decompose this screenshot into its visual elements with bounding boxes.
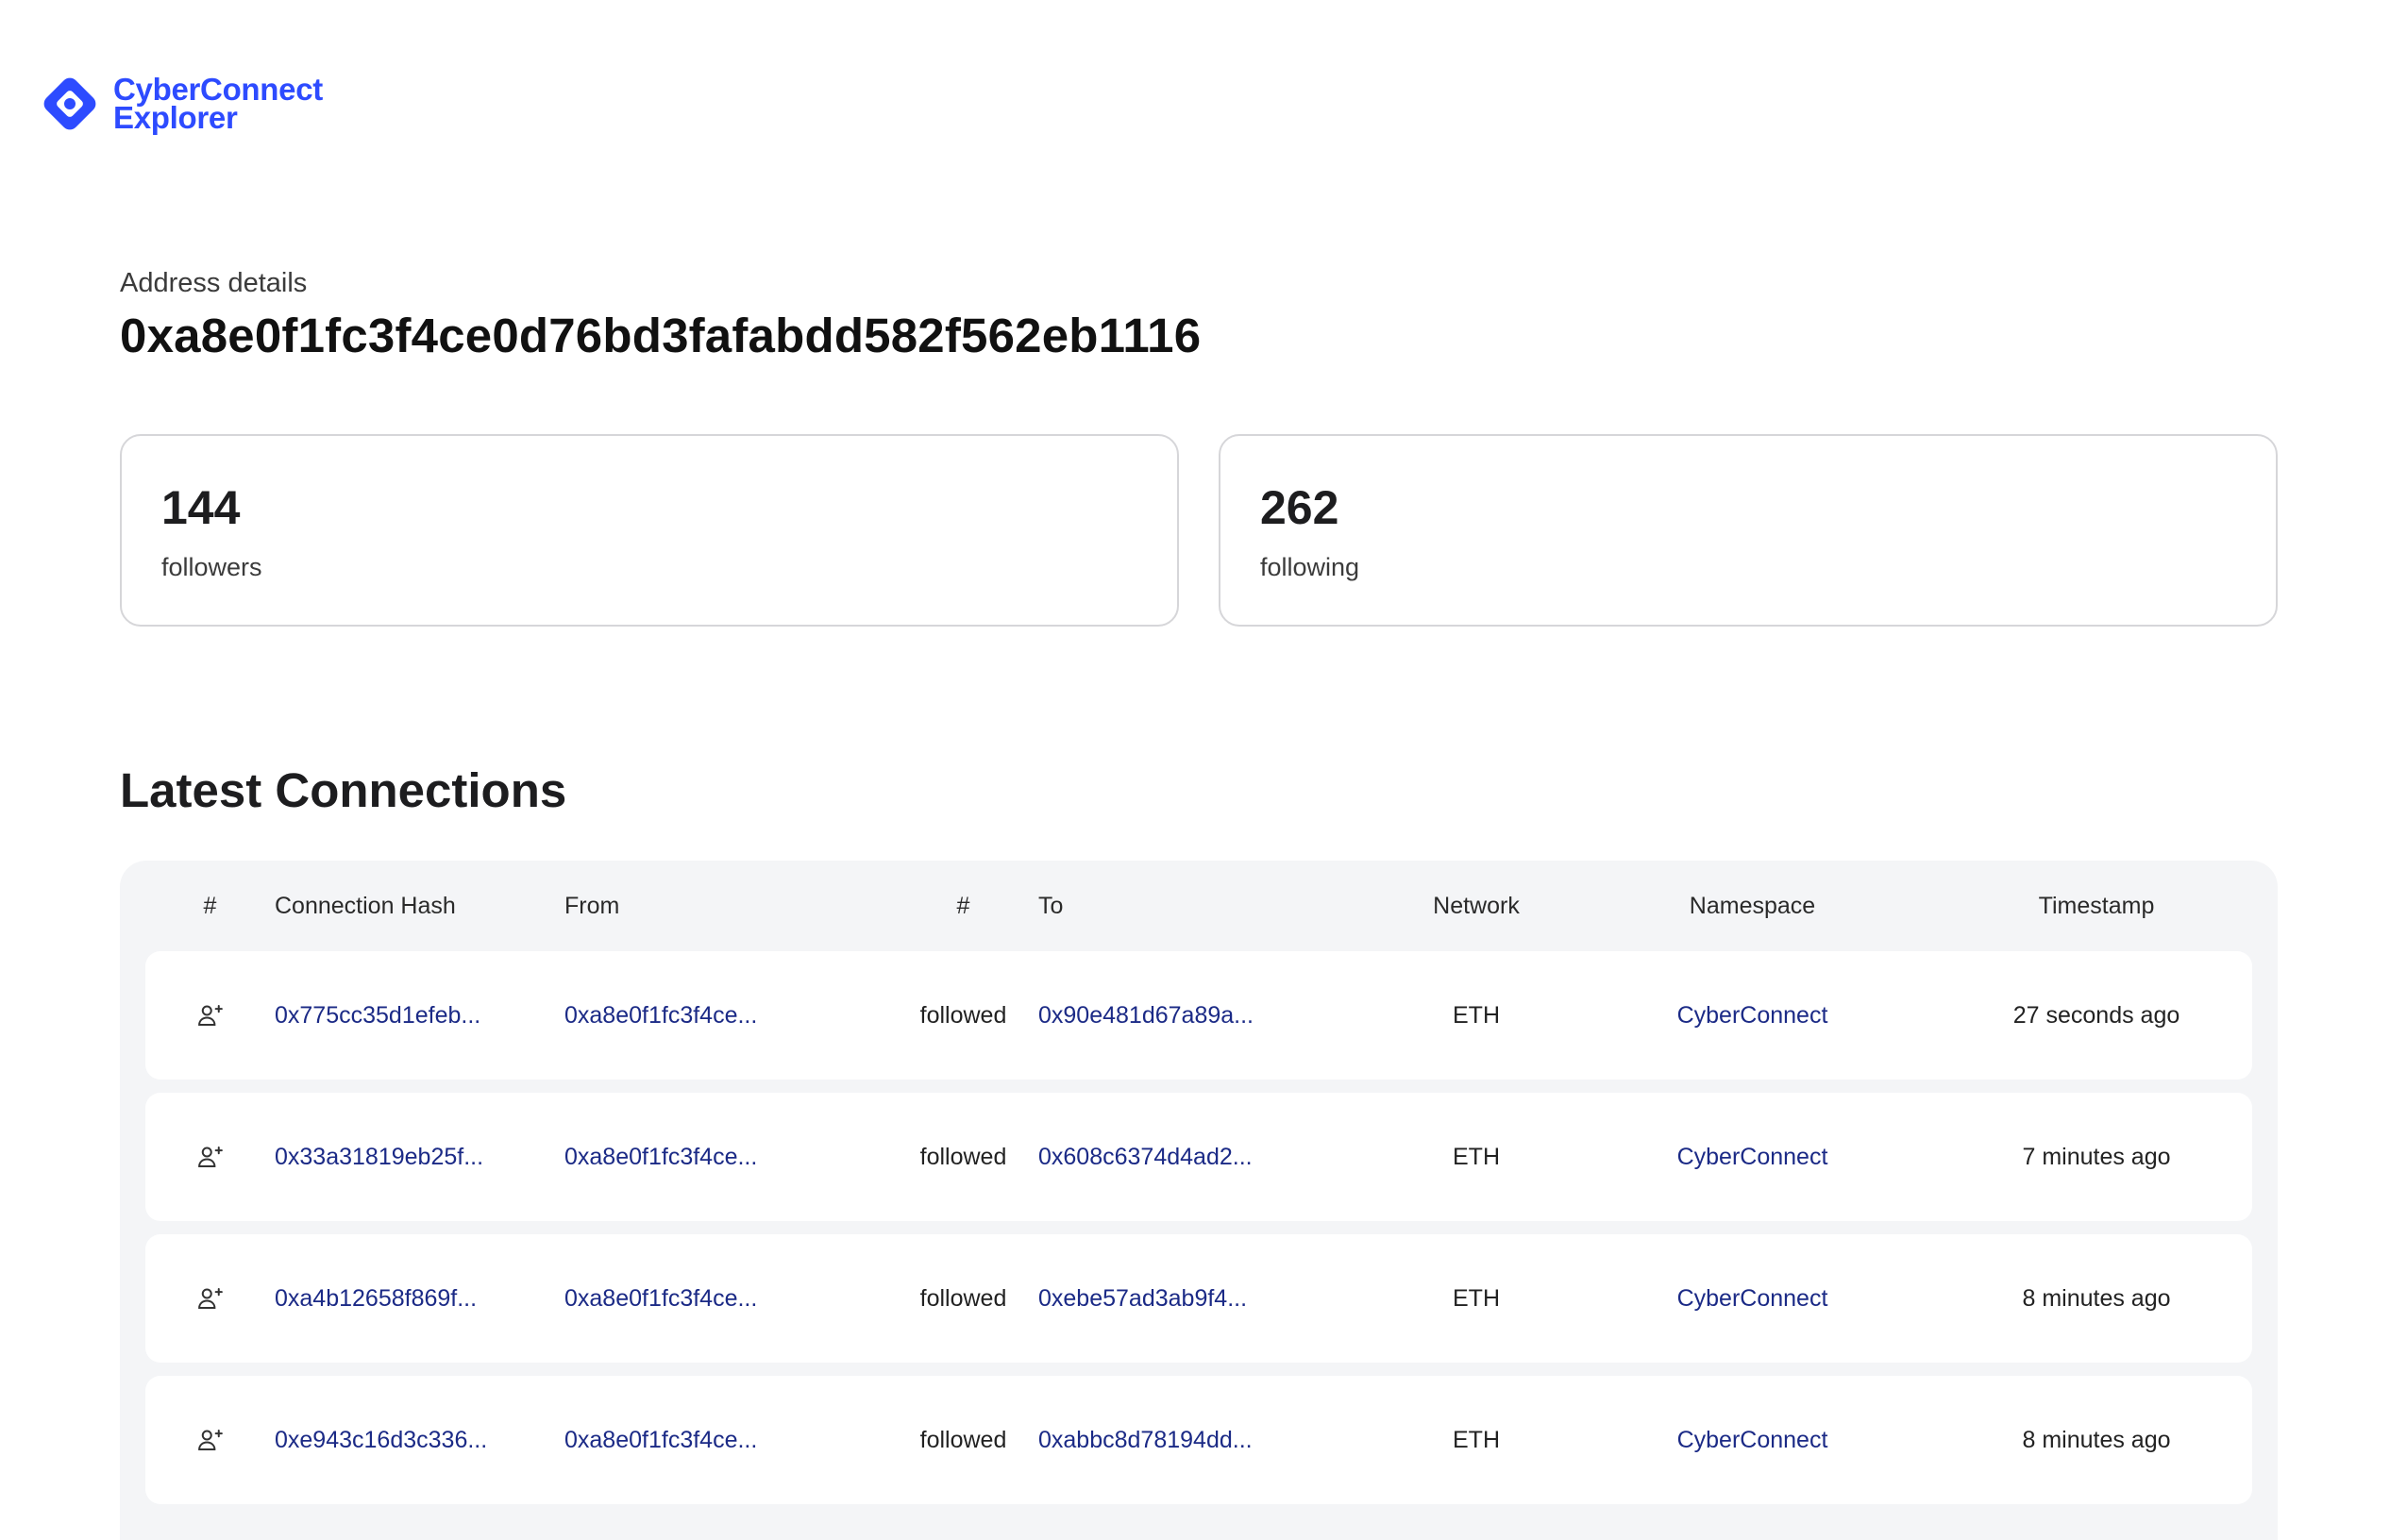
followers-card[interactable]: 144 followers bbox=[120, 434, 1179, 627]
header-index: # bbox=[203, 892, 217, 919]
following-label: following bbox=[1260, 553, 1360, 581]
from-address-link[interactable]: 0xa8e0f1fc3f4ce... bbox=[564, 1285, 888, 1313]
network-value: ETH bbox=[1453, 1284, 1500, 1312]
from-address-link[interactable]: 0xa8e0f1fc3f4ce... bbox=[564, 1427, 888, 1454]
table-row: 0xe943c16d3c336... 0xa8e0f1fc3f4ce... fo… bbox=[145, 1376, 2252, 1504]
header-timestamp: Timestamp bbox=[2038, 892, 2155, 919]
user-plus-icon bbox=[197, 1430, 223, 1451]
to-address-link[interactable]: 0x608c6374d4ad2... bbox=[1038, 1144, 1362, 1171]
user-plus-icon bbox=[197, 1147, 223, 1168]
followers-label: followers bbox=[161, 553, 262, 581]
connection-action: followed bbox=[919, 1426, 1007, 1453]
connection-hash-link[interactable]: 0xa4b12658f869f... bbox=[275, 1285, 564, 1313]
timestamp-value: 8 minutes ago bbox=[2022, 1284, 2171, 1312]
timestamp-value: 27 seconds ago bbox=[2012, 1001, 2180, 1029]
namespace-link[interactable]: CyberConnect bbox=[1591, 1427, 1914, 1454]
table-row: 0xa4b12658f869f... 0xa8e0f1fc3f4ce... fo… bbox=[145, 1234, 2252, 1363]
network-value: ETH bbox=[1453, 1001, 1500, 1029]
latest-connections-title: Latest Connections bbox=[120, 763, 567, 817]
to-address-link[interactable]: 0xabbc8d78194dd... bbox=[1038, 1427, 1362, 1454]
header-action: # bbox=[956, 892, 970, 919]
from-address-link[interactable]: 0xa8e0f1fc3f4ce... bbox=[564, 1002, 888, 1029]
stats-row: 144 followers 262 following bbox=[120, 434, 2278, 627]
user-plus-icon bbox=[197, 1005, 223, 1027]
table-header: # Connection Hash From # To Network Name… bbox=[145, 861, 2252, 951]
to-address-link[interactable]: 0x90e481d67a89a... bbox=[1038, 1002, 1362, 1029]
network-value: ETH bbox=[1453, 1426, 1500, 1453]
timestamp-value: 7 minutes ago bbox=[2022, 1143, 2171, 1170]
from-address-link[interactable]: 0xa8e0f1fc3f4ce... bbox=[564, 1144, 888, 1171]
header-to: To bbox=[1038, 892, 1064, 919]
user-plus-icon bbox=[197, 1288, 223, 1310]
brand-logo[interactable]: CyberConnect Explorer bbox=[40, 74, 323, 134]
namespace-link[interactable]: CyberConnect bbox=[1591, 1285, 1914, 1313]
connection-hash-link[interactable]: 0xe943c16d3c336... bbox=[275, 1427, 564, 1454]
header-namespace: Namespace bbox=[1689, 892, 1816, 919]
header-connection-hash: Connection Hash bbox=[275, 892, 456, 919]
to-address-link[interactable]: 0xebe57ad3ab9f4... bbox=[1038, 1285, 1362, 1313]
connection-hash-link[interactable]: 0x775cc35d1efeb... bbox=[275, 1002, 564, 1029]
connections-table: # Connection Hash From # To Network Name… bbox=[120, 861, 2278, 1540]
followers-count: 144 bbox=[161, 481, 241, 534]
address-value: 0xa8e0f1fc3f4ce0d76bd3fafabdd582f562eb11… bbox=[120, 309, 1202, 362]
timestamp-value: 8 minutes ago bbox=[2022, 1426, 2171, 1453]
connection-action: followed bbox=[919, 1001, 1007, 1029]
connection-action: followed bbox=[919, 1143, 1007, 1170]
brand-name-line2: Explorer bbox=[113, 100, 238, 135]
following-card[interactable]: 262 following bbox=[1219, 434, 2278, 627]
connection-hash-link[interactable]: 0x33a31819eb25f... bbox=[275, 1144, 564, 1171]
address-details-label: Address details bbox=[120, 268, 308, 298]
namespace-link[interactable]: CyberConnect bbox=[1591, 1002, 1914, 1029]
cyberconnect-logo-icon bbox=[43, 77, 96, 130]
header-from: From bbox=[564, 892, 620, 919]
table-row: 0x33a31819eb25f... 0xa8e0f1fc3f4ce... fo… bbox=[145, 1093, 2252, 1221]
table-row: 0x775cc35d1efeb... 0xa8e0f1fc3f4ce... fo… bbox=[145, 951, 2252, 1080]
brand-name: CyberConnect Explorer bbox=[113, 74, 323, 135]
network-value: ETH bbox=[1453, 1143, 1500, 1170]
header-network: Network bbox=[1433, 892, 1520, 919]
connection-action: followed bbox=[919, 1284, 1007, 1312]
following-count: 262 bbox=[1260, 481, 1339, 534]
namespace-link[interactable]: CyberConnect bbox=[1591, 1144, 1914, 1171]
